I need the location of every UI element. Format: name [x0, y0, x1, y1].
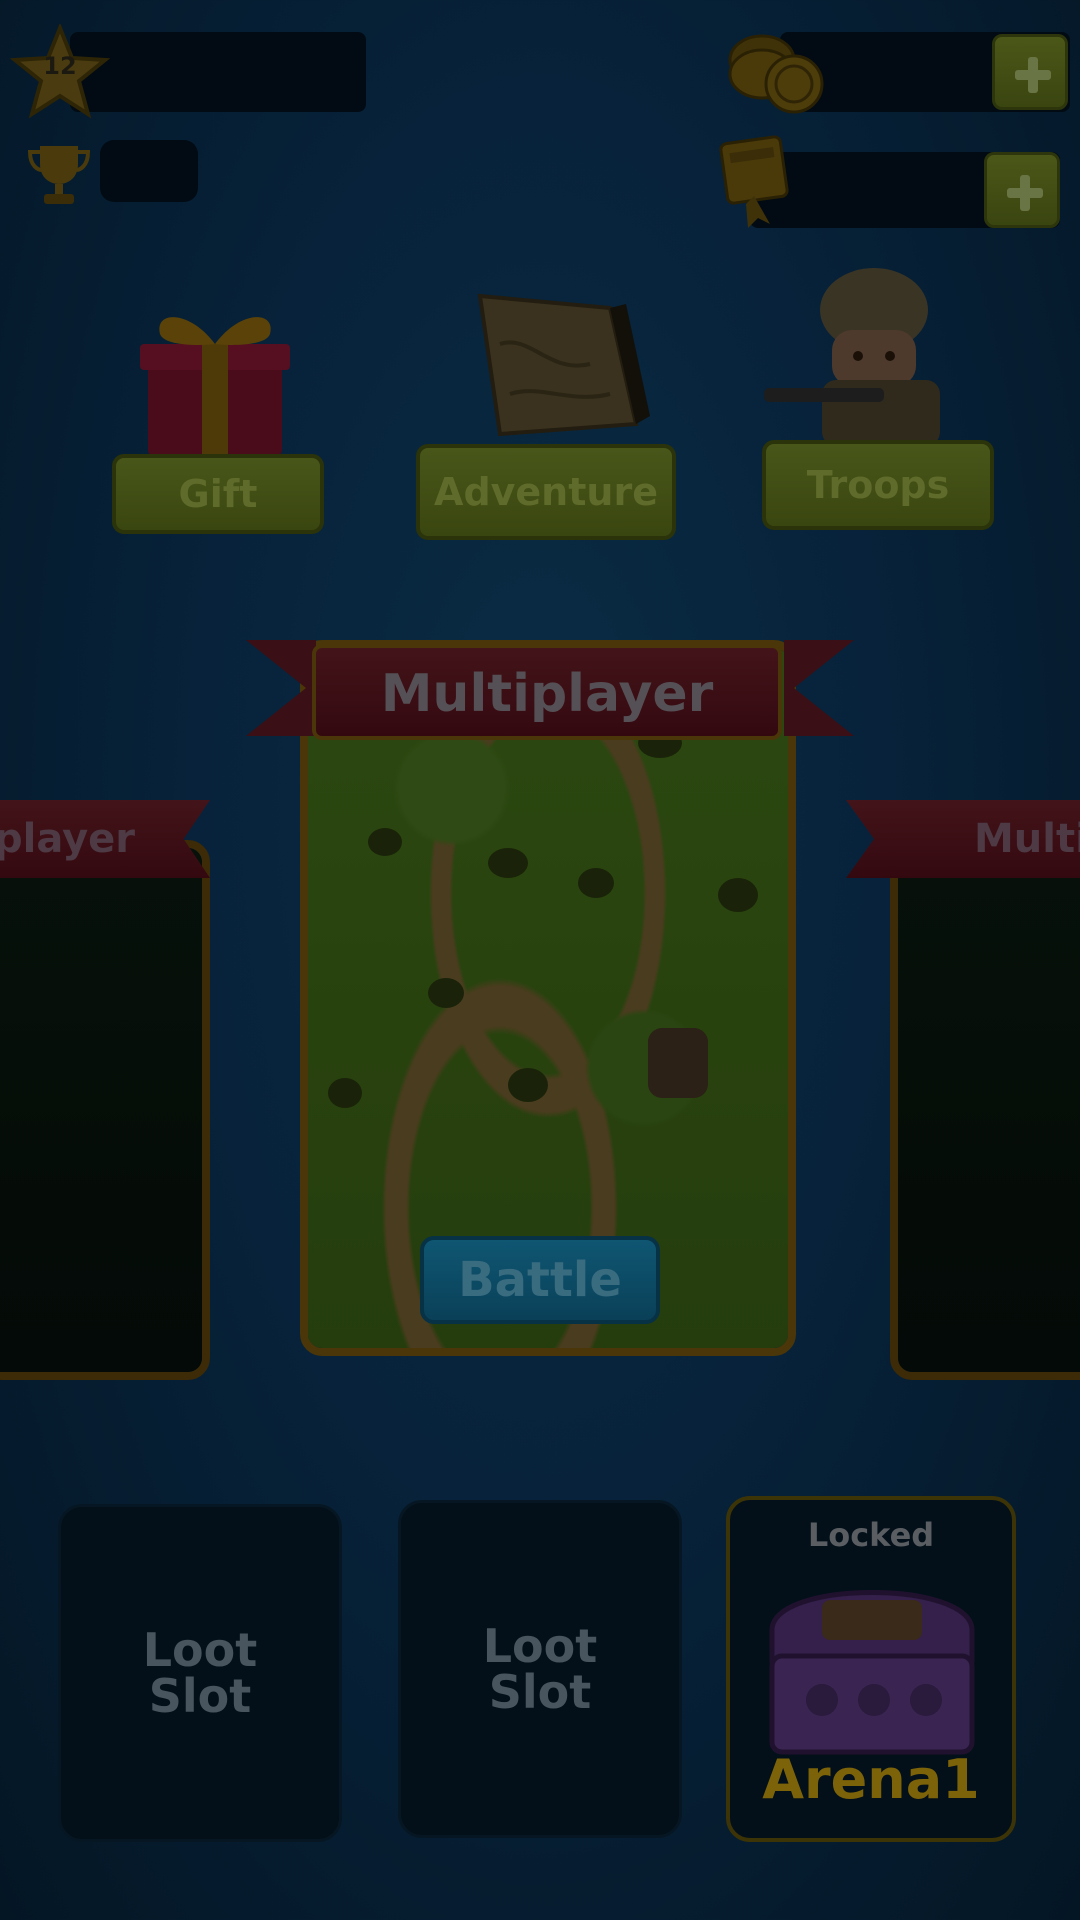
xp-bar — [70, 32, 366, 112]
trophy-icon — [28, 146, 90, 204]
adventure-button[interactable]: Adventure — [416, 444, 676, 540]
loot-slot[interactable]: Loot Slot — [398, 1500, 682, 1838]
arena-label: Arena1 — [762, 1748, 980, 1811]
level-number: 12 — [43, 52, 77, 80]
left-mode-card[interactable] — [0, 840, 210, 1380]
gift-button[interactable]: Gift — [112, 454, 324, 534]
locked-arena-slot[interactable]: Locked Arena1 — [726, 1496, 1016, 1842]
center-ribbon-tail-left — [246, 640, 316, 736]
top-bar: 12 — [0, 0, 1080, 240]
plus-icon[interactable] — [992, 34, 1068, 110]
chest-icon — [769, 1590, 975, 1755]
soldier-icon — [764, 268, 940, 446]
right-card-title: Multi — [974, 816, 1080, 862]
battle-button[interactable]: Battle — [420, 1236, 660, 1324]
locked-label: Locked — [807, 1516, 935, 1554]
gift-icon — [140, 317, 290, 456]
trophy-count — [100, 140, 198, 202]
coins-icon — [728, 34, 824, 114]
right-mode-card[interactable] — [890, 840, 1080, 1380]
map-scroll-icon — [477, 293, 650, 437]
loot-slot-label: Loot Slot — [142, 1623, 258, 1723]
troops-button[interactable]: Troops — [762, 440, 994, 530]
loot-slot-label: Loot Slot — [482, 1619, 598, 1719]
plus-icon[interactable] — [984, 152, 1060, 228]
loot-slot[interactable]: Loot Slot — [58, 1504, 342, 1842]
ticket-icon — [719, 135, 789, 228]
center-ribbon-tail-right — [784, 640, 854, 736]
left-card-title: player — [0, 816, 136, 862]
center-card-title: Multiplayer — [380, 664, 714, 724]
